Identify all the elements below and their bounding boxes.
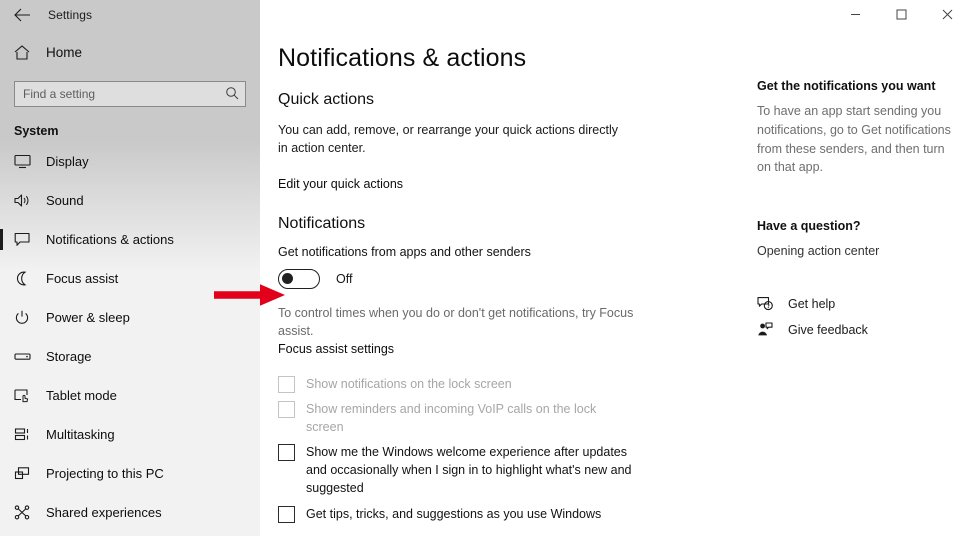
checkbox-row-lock-screen-voip[interactable]: Show reminders and incoming VoIP calls o…	[278, 400, 740, 436]
sidebar-item-power-sleep-label: Power & sleep	[46, 310, 130, 325]
sidebar-item-display-label: Display	[46, 154, 89, 169]
sidebar-item-shared-experiences-label: Shared experiences	[46, 505, 162, 520]
edit-quick-actions-link[interactable]: Edit your quick actions	[278, 177, 403, 191]
notifications-icon	[14, 232, 42, 247]
minimize-icon[interactable]	[832, 0, 878, 29]
focus-assist-settings-link[interactable]: Focus assist settings	[278, 342, 394, 356]
back-arrow-icon[interactable]	[0, 0, 44, 29]
sidebar-item-multitasking[interactable]: Multitasking	[0, 415, 260, 454]
sidebar-item-notifications-actions[interactable]: Notifications & actions	[0, 220, 260, 259]
sidebar-group-title: System	[14, 124, 59, 138]
checkbox-label: Show reminders and incoming VoIP calls o…	[306, 401, 597, 434]
sidebar-item-power-sleep[interactable]: Power & sleep	[0, 298, 260, 337]
moon-icon	[14, 271, 42, 286]
checkbox[interactable]	[278, 505, 295, 523]
sidebar-item-projecting-to-this-pc-label: Projecting to this PC	[46, 466, 164, 481]
give-feedback-label: Give feedback	[788, 322, 868, 337]
tablet-icon	[14, 388, 42, 403]
storage-icon	[14, 349, 42, 364]
checkbox-row-welcome-experience[interactable]: Show me the Windows welcome experience a…	[278, 443, 740, 497]
page-title: Notifications & actions	[278, 44, 527, 72]
maximize-icon[interactable]	[878, 0, 924, 29]
get-help-icon	[757, 296, 779, 311]
search-input[interactable]	[14, 81, 246, 107]
checkbox[interactable]	[278, 375, 295, 393]
checkbox-row-lock-screen-notifications[interactable]: Show notifications on the lock screen	[278, 375, 740, 393]
checkbox-label: Show me the Windows welcome experience a…	[306, 445, 632, 496]
title-bar-left-region: Settings	[0, 0, 260, 29]
sidebar-item-display[interactable]: Display	[0, 142, 260, 181]
sidebar-item-storage[interactable]: Storage	[0, 337, 260, 376]
sidebar-item-home-label: Home	[46, 44, 83, 60]
sidebar-item-multitasking-label: Multitasking	[46, 427, 115, 442]
checkbox-label: Get tips, tricks, and suggestions as you…	[306, 506, 602, 521]
help-pane: Get the notifications you want To have a…	[757, 29, 970, 536]
sidebar-item-storage-label: Storage	[46, 349, 92, 364]
sidebar-nav-list: Display Sound Notifications & actions Fo…	[0, 142, 260, 532]
give-feedback-row[interactable]: Give feedback	[757, 322, 970, 337]
sidebar-item-focus-assist[interactable]: Focus assist	[0, 259, 260, 298]
projecting-icon	[14, 466, 42, 481]
notifications-heading: Notifications	[278, 214, 366, 232]
display-icon	[14, 154, 42, 169]
sidebar-item-notifications-actions-label: Notifications & actions	[46, 232, 174, 247]
shared-experiences-icon	[14, 505, 42, 520]
give-feedback-icon	[757, 322, 779, 337]
close-icon[interactable]	[924, 0, 970, 29]
window-controls	[832, 0, 970, 29]
sidebar-item-sound-label: Sound	[46, 193, 84, 208]
checkbox-label: Show notifications on the lock screen	[306, 376, 512, 391]
sidebar: Home System Display	[0, 29, 260, 536]
sidebar-item-tablet-mode-label: Tablet mode	[46, 388, 117, 403]
notifications-toggle-state: Off	[336, 271, 353, 286]
quick-actions-heading: Quick actions	[278, 91, 375, 108]
focus-assist-hint: To control times when you do or don't ge…	[278, 305, 634, 338]
sound-icon	[14, 193, 42, 208]
multitasking-icon	[14, 427, 42, 442]
power-icon	[14, 310, 42, 325]
title-bar: Settings	[0, 0, 970, 29]
search-icon[interactable]	[225, 86, 239, 105]
help-text-notifications: To have an app start sending you notific…	[757, 104, 951, 175]
notifications-toggle[interactable]	[278, 268, 320, 289]
sidebar-item-home[interactable]: Home	[0, 33, 260, 71]
notifications-toggle-row: Off	[278, 268, 740, 290]
checkbox[interactable]	[278, 400, 295, 418]
help-heading-question: Have a question?	[757, 219, 861, 233]
get-help-row[interactable]: Get help	[757, 296, 970, 311]
sidebar-item-projecting-to-this-pc[interactable]: Projecting to this PC	[0, 454, 260, 493]
quick-actions-description: You can add, remove, or rearrange your q…	[278, 123, 618, 156]
settings-window: Settings Home Find a setting System Disp…	[0, 0, 970, 536]
sidebar-item-sound[interactable]: Sound	[0, 181, 260, 220]
app-title: Settings	[48, 7, 93, 22]
sidebar-item-shared-experiences[interactable]: Shared experiences	[0, 493, 260, 532]
help-heading-notifications: Get the notifications you want	[757, 79, 936, 93]
selection-indicator	[0, 229, 3, 250]
checkbox[interactable]	[278, 444, 295, 462]
search-container	[14, 81, 246, 107]
sidebar-item-tablet-mode[interactable]: Tablet mode	[0, 376, 260, 415]
toggle-knob	[282, 272, 293, 284]
get-help-label: Get help	[788, 296, 836, 311]
notifications-toggle-label: Get notifications from apps and other se…	[278, 244, 531, 259]
checkbox-row-tips-tricks[interactable]: Get tips, tricks, and suggestions as you…	[278, 505, 740, 523]
sidebar-item-focus-assist-label: Focus assist	[46, 271, 119, 286]
home-icon	[14, 44, 40, 60]
main-content: Notifications & actions Quick actions Yo…	[260, 29, 740, 536]
opening-action-center-link[interactable]: Opening action center	[757, 244, 879, 258]
